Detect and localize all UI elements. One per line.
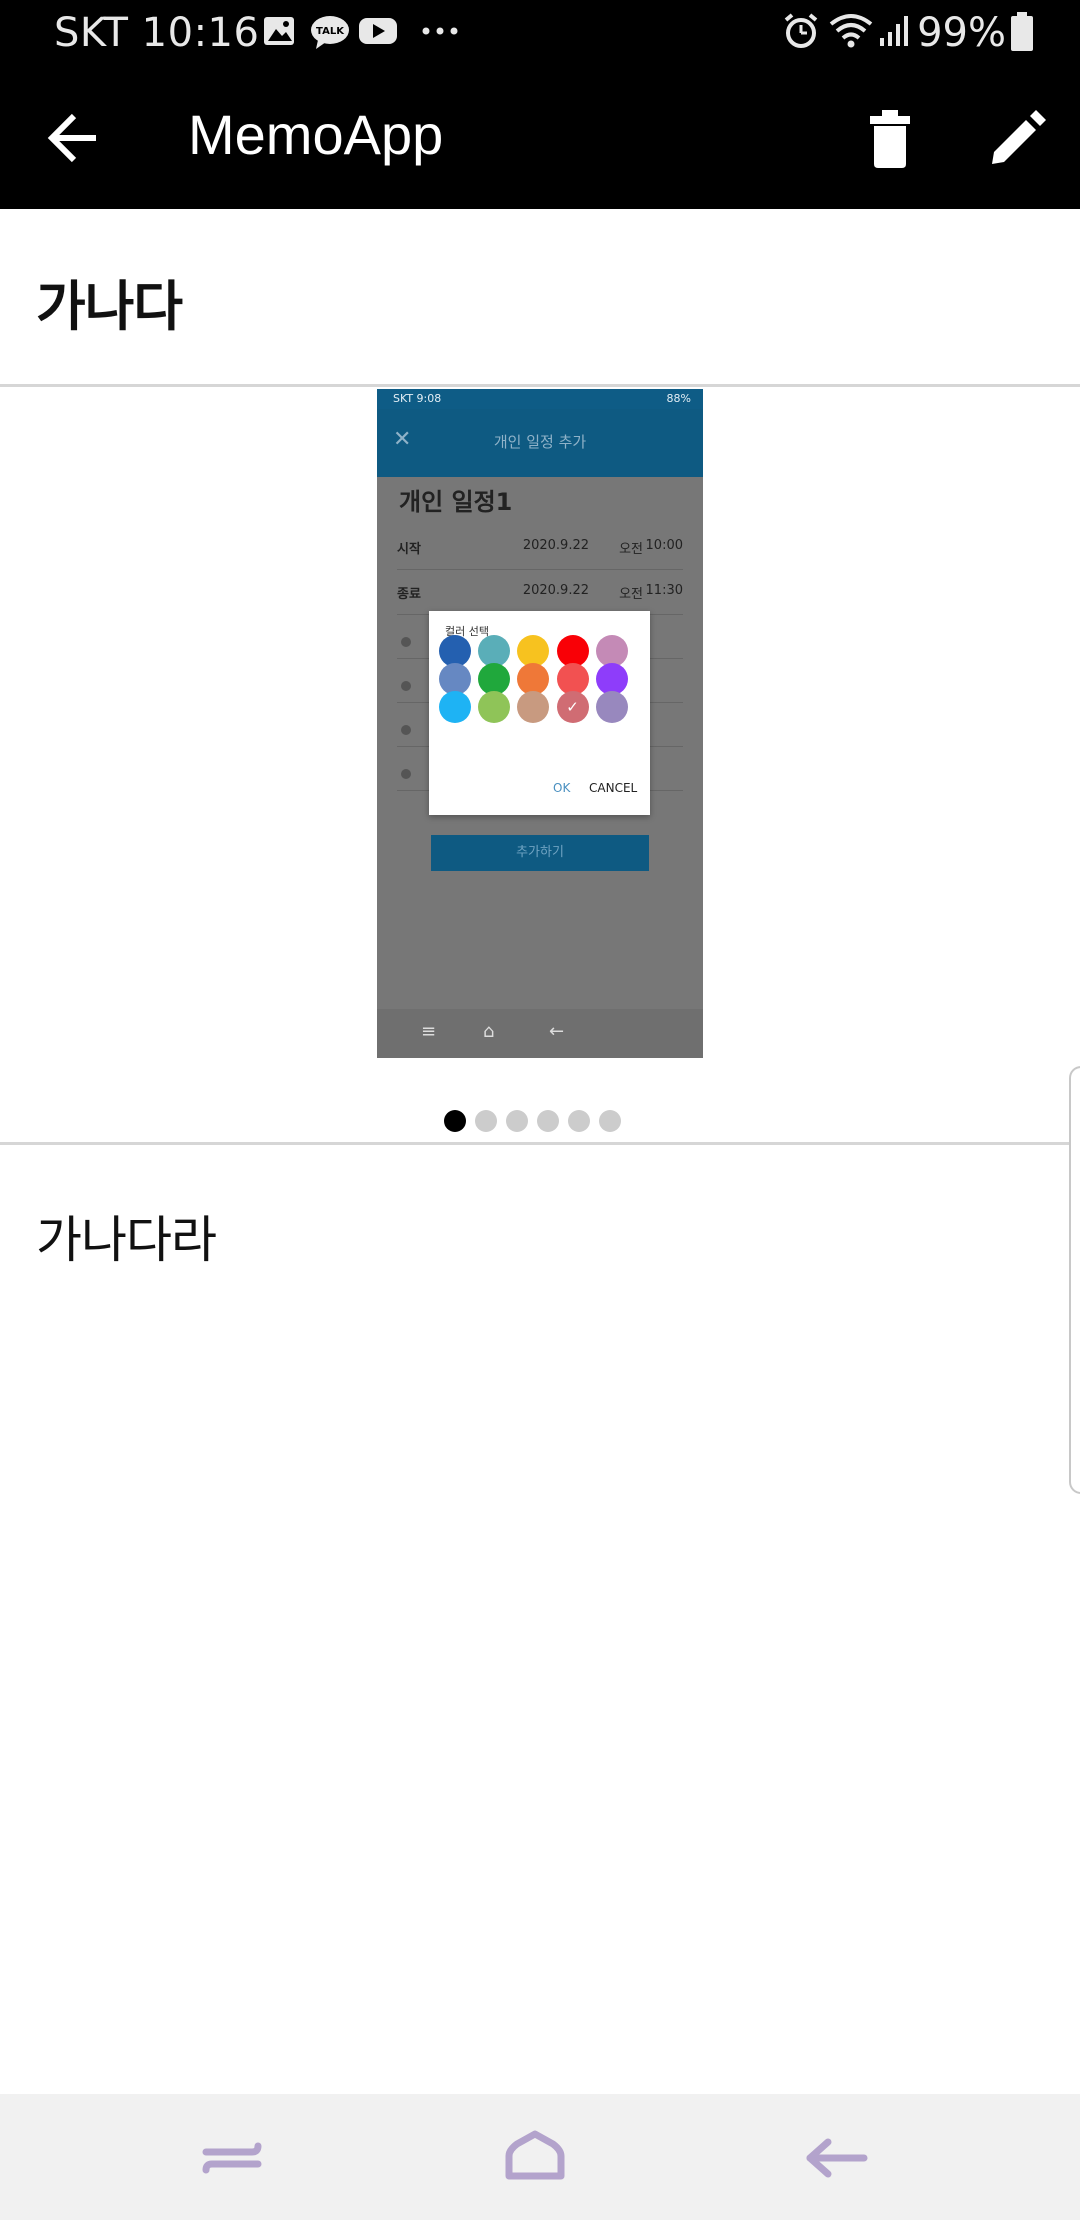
color-swatch — [517, 691, 550, 723]
attachment-image[interactable]: SKT 9:08 88% ✕ 개인 일정 추가 개인 일정1 시작 2020.9… — [377, 389, 703, 1058]
gallery-icon — [262, 14, 296, 52]
location-icon — [401, 637, 411, 647]
memo-title: 가나다 — [36, 275, 183, 338]
youtube-icon — [358, 14, 398, 52]
color-dot-icon — [401, 725, 411, 735]
color-swatch — [439, 691, 471, 723]
system-nav-bar — [0, 2094, 1080, 2220]
attachment-add-button: 추가하기 — [431, 835, 649, 871]
bell-icon — [401, 681, 411, 691]
attachment-status-battery: 88% — [666, 392, 691, 405]
attachment-status-bar: SKT 9:08 88% — [377, 389, 703, 409]
battery-percent: 99% — [917, 10, 1006, 56]
alarm-icon — [782, 12, 820, 54]
wifi-icon — [828, 12, 874, 56]
app-title: MemoApp — [188, 103, 444, 166]
attachment-row-ampm: 오전 — [619, 542, 643, 557]
attachment-row-end: 종료 2020.9.22 오전 11:30 — [397, 571, 683, 615]
attachment-row-label: 종료 — [397, 587, 421, 602]
pager-dot[interactable] — [537, 1110, 559, 1132]
attachment-row-ampm: 오전 — [619, 587, 643, 602]
attachment-row-label: 시작 — [397, 542, 421, 557]
attachment-nav-bar: ≡ ⌂ ← — [377, 1009, 703, 1058]
color-swatch — [595, 691, 628, 723]
recents-button[interactable] — [192, 2126, 272, 2186]
back-arrow-icon — [47, 113, 96, 163]
pager-dot-active[interactable] — [444, 1110, 466, 1132]
status-bar: SKT 10:16 TALK 99% — [0, 0, 1080, 66]
attachment-row-date: 2020.9.22 — [522, 538, 589, 553]
image-pager-dots — [0, 1110, 1080, 1132]
color-swatch — [478, 691, 511, 723]
pager-dot[interactable] — [506, 1110, 528, 1132]
home-icon — [505, 2130, 565, 2180]
kakaotalk-icon: TALK — [310, 14, 350, 54]
attachment-row-date: 2020.9.22 — [522, 583, 589, 598]
attachment-back-icon: ← — [549, 1021, 565, 1042]
memo-body: 가나다라 — [36, 1211, 217, 1269]
more-dots-icon — [420, 16, 464, 50]
nav-back-button[interactable] — [798, 2126, 878, 2186]
dialog-cancel-button: CANCEL — [589, 781, 638, 795]
talk-label: TALK — [316, 26, 345, 37]
attachment-row-time: 10:00 — [645, 538, 683, 553]
attachment-event-title: 개인 일정1 — [399, 488, 513, 516]
attachment-row-time: 11:30 — [645, 583, 683, 598]
color-picker-dialog: 컬러 선택 ✓ OK CANCEL — [429, 611, 650, 815]
delete-button[interactable] — [860, 104, 920, 174]
app-bar: MemoApp — [0, 66, 1080, 209]
divider-bottom — [0, 1142, 1080, 1145]
dialog-ok-button: OK — [553, 781, 571, 795]
pager-dot[interactable] — [475, 1110, 497, 1132]
edge-panel-handle[interactable] — [1069, 1066, 1080, 1494]
color-swatch-selected: ✓ — [556, 691, 589, 723]
edit-button[interactable] — [980, 106, 1050, 176]
attachment-recents-icon: ≡ — [421, 1021, 437, 1042]
trash-icon — [870, 110, 910, 168]
attachment-toolbar-title: 개인 일정 추가 — [493, 433, 587, 451]
recents-icon — [202, 2142, 262, 2174]
attachment-row-start: 시작 2020.9.22 오전 10:00 — [397, 526, 683, 570]
home-button[interactable] — [495, 2126, 575, 2186]
attachment-home-icon: ⌂ — [483, 1021, 495, 1042]
battery-icon — [1010, 12, 1034, 56]
back-button[interactable] — [30, 102, 120, 174]
carrier-time: SKT 10:16 — [54, 10, 260, 56]
pager-dot[interactable] — [599, 1110, 621, 1132]
pen-icon — [401, 769, 411, 779]
pencil-icon — [992, 110, 1046, 164]
divider-top — [0, 384, 1080, 387]
attachment-toolbar: ✕ 개인 일정 추가 — [377, 409, 703, 477]
pager-dot[interactable] — [568, 1110, 590, 1132]
attachment-status-time: SKT 9:08 — [393, 392, 442, 405]
nav-back-icon — [806, 2138, 868, 2178]
signal-icon — [878, 14, 912, 52]
